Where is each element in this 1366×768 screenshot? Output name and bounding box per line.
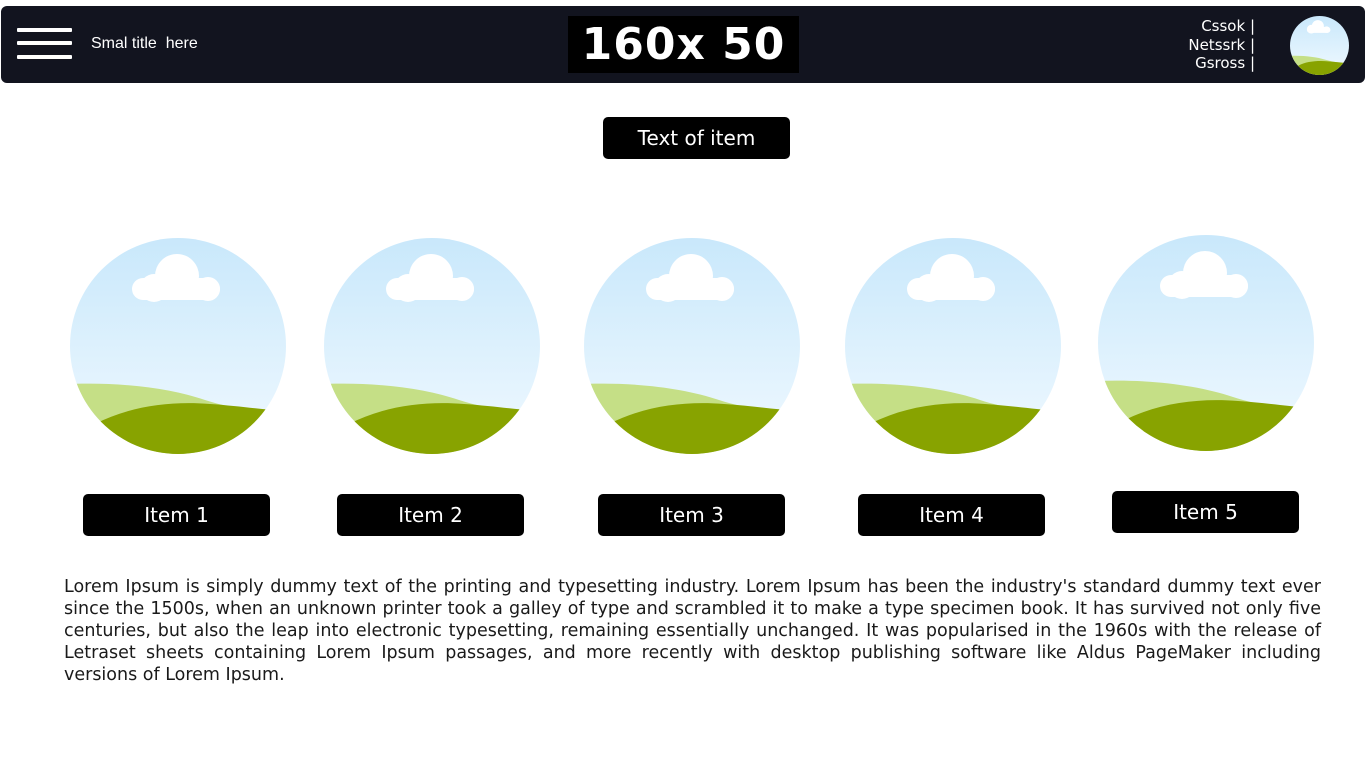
landscape-image-icon: [70, 238, 286, 454]
item-1-button[interactable]: Item 1: [83, 494, 270, 536]
landscape-image-icon: [324, 238, 540, 454]
description-paragraph: Lorem Ipsum is simply dummy text of the …: [64, 577, 1321, 685]
landscape-image-icon: [1098, 235, 1314, 451]
item-4-image: [845, 238, 1061, 454]
landscape-image-icon: [584, 238, 800, 454]
nav-link-netssrk[interactable]: Netssrk |: [1188, 36, 1255, 55]
landscape-image-icon: [1290, 16, 1349, 75]
item-5-button[interactable]: Item 5: [1112, 491, 1299, 533]
nav-link-gsross[interactable]: Gsross |: [1188, 54, 1255, 73]
item-3-image: [584, 238, 800, 454]
header-small-title: Smal title here: [91, 35, 198, 52]
item-1-image: [70, 238, 286, 454]
item-4-button[interactable]: Item 4: [858, 494, 1045, 536]
hamburger-menu-icon[interactable]: [17, 28, 73, 62]
user-avatar[interactable]: [1290, 16, 1349, 75]
header-nav-links: Cssok | Netssrk | Gsross |: [1188, 17, 1255, 73]
nav-link-cssok[interactable]: Cssok |: [1188, 17, 1255, 36]
landscape-image-icon: [845, 238, 1061, 454]
item-2-button[interactable]: Item 2: [337, 494, 524, 536]
top-header-bar: Smal title here 160x 50 Cssok | Netssrk …: [1, 6, 1365, 83]
logo-placeholder: 160x 50: [568, 16, 799, 73]
item-5-image: [1098, 235, 1314, 451]
item-3-button[interactable]: Item 3: [598, 494, 785, 536]
item-2-image: [324, 238, 540, 454]
text-of-item-button[interactable]: Text of item: [603, 117, 790, 159]
